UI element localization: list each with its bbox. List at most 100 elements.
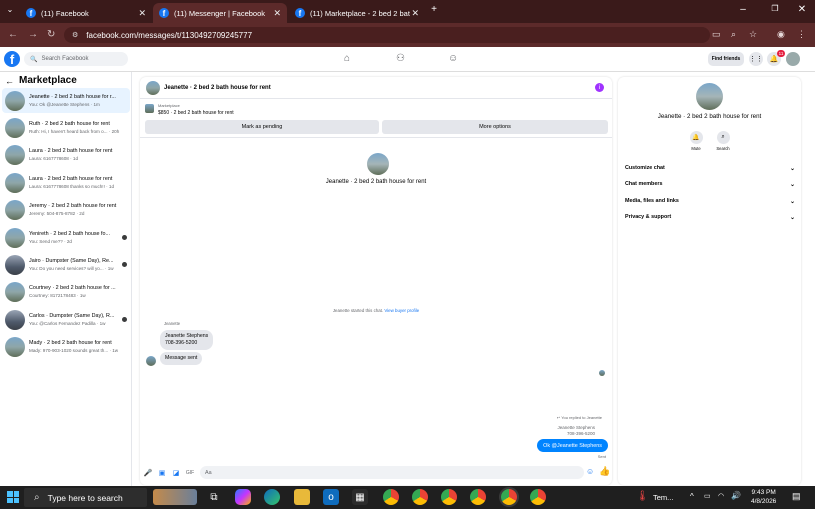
back-icon[interactable]: ← [8, 29, 18, 40]
url-field[interactable]: ⚙ facebook.com/messages/t/11304927092457… [64, 27, 710, 43]
emoji-icon[interactable]: ☺ [586, 467, 594, 476]
show-hidden-icons-chevron-icon[interactable]: ^ [690, 492, 694, 501]
conversation-avatar [5, 337, 25, 358]
chat-avatar[interactable] [146, 80, 160, 95]
cast-icon[interactable]: ▭ [712, 29, 721, 40]
maximize-icon[interactable]: ❐ [765, 4, 785, 13]
chrome-icon[interactable] [530, 489, 546, 505]
contact-large-avatar[interactable] [367, 153, 389, 175]
forward-icon[interactable]: → [28, 29, 38, 40]
incoming-message-bubble[interactable]: Message sent [160, 352, 203, 365]
outlook-icon[interactable]: o [323, 489, 339, 505]
conversation-item[interactable]: Jeanette · 2 bed 2 bath house for r... Yo… [2, 88, 130, 113]
bookmark-star-icon[interactable]: ☆ [749, 29, 757, 40]
task-view-icon[interactable]: ⧉ [206, 489, 222, 505]
incoming-message-bubble[interactable]: Jeanette Stephens 708-396-5200 [160, 330, 214, 350]
conversation-title: Yenireth · 2 bed 2 bath house fo... [29, 230, 111, 237]
zoom-icon[interactable]: ⌕ [731, 29, 736, 40]
menu-grid-icon[interactable]: ⋮⋮ [749, 52, 763, 66]
like-thumb-icon[interactable]: 👍 [599, 466, 610, 477]
attach-photo-icon[interactable]: ▣ [156, 469, 168, 477]
listing-price-title[interactable]: $850 · 2 bed 2 bath house for rent [158, 110, 234, 116]
section-chat-members[interactable]: Chat members ⌄ [625, 181, 795, 188]
conversation-item[interactable]: Courtney · 2 bed 2 bath house for ... Cou… [2, 280, 130, 305]
friends-icon[interactable]: ⚇ [396, 53, 405, 64]
tab-marketplace[interactable]: f (11) Marketplace - 2 bed 2 bath ✕ [289, 3, 425, 23]
facebook-logo-icon[interactable]: f [4, 51, 20, 67]
conversation-avatar [5, 145, 25, 166]
account-avatar[interactable] [786, 52, 800, 66]
listing-thumbnail[interactable] [145, 104, 154, 113]
section-privacy-support[interactable]: Privacy & support ⌄ [625, 214, 795, 221]
close-tab-icon[interactable]: ✕ [138, 8, 146, 19]
sticker-icon[interactable]: ◪ [170, 469, 182, 477]
back-arrow-icon[interactable]: ← [5, 76, 14, 86]
tab-search-icon[interactable]: ⌄ [0, 5, 20, 14]
sender-avatar[interactable] [146, 356, 156, 366]
reload-icon[interactable]: ↻ [47, 29, 55, 40]
close-window-icon[interactable]: ✕ [792, 4, 812, 15]
profile-icon[interactable]: ◉ [777, 29, 785, 40]
conversation-item[interactable]: Jeremy · 2 bed 2 bath house for rent Jere… [2, 198, 130, 223]
message-input[interactable]: Aa [200, 466, 584, 479]
conversation-avatar [5, 309, 25, 330]
tab-facebook[interactable]: f (11) Facebook ✕ [20, 3, 152, 23]
close-tab-icon[interactable]: ✕ [273, 8, 281, 19]
section-media-files-links[interactable]: Media, files and links ⌄ [625, 198, 795, 205]
conversation-item[interactable]: Carlos · Dumpster (Same Day), R... You: @… [2, 307, 130, 332]
voice-clip-icon[interactable]: 🎤 [142, 469, 154, 477]
message-line: 708-396-5200 [165, 340, 198, 346]
more-options-button[interactable]: More options [382, 120, 608, 134]
search-conversation-button[interactable]: ⌕ Search [712, 131, 734, 151]
conversation-item[interactable]: Jairo · Dumpster (Same Day), Re... You: D… [2, 252, 130, 277]
chrome-icon[interactable] [441, 489, 457, 505]
conversation-item[interactable]: Mady · 2 bed 2 bath house for rent Mady: … [2, 335, 130, 360]
conversation-item[interactable]: Yenireth · 2 bed 2 bath house fo... You: … [2, 225, 130, 250]
tab-messenger[interactable]: f (11) Messenger | Facebook ✕ [153, 3, 287, 23]
close-tab-icon[interactable]: ✕ [411, 8, 419, 19]
mark-as-pending-button[interactable]: Mark as pending [145, 120, 379, 134]
store-icon[interactable]: ▦ [352, 489, 368, 505]
system-clock[interactable]: 9:43 PM 4/8/2026 [751, 488, 776, 506]
file-explorer-icon[interactable] [294, 489, 310, 505]
volume-icon[interactable]: 🔊 [731, 491, 741, 500]
copilot-icon[interactable] [235, 489, 251, 505]
minimize-icon[interactable]: – [733, 4, 753, 15]
quoted-line: 708-396-5200 [566, 431, 595, 436]
conversation-item[interactable]: Laura · 2 bed 2 bath house for rent Laura… [2, 170, 130, 195]
thermometer-icon[interactable]: 🌡 [636, 491, 649, 502]
chrome-icon[interactable] [470, 489, 486, 505]
view-buyer-profile-link[interactable]: View buyer profile [384, 308, 419, 313]
battery-icon[interactable]: ▭ [704, 492, 711, 500]
groups-icon[interactable]: ☺ [448, 53, 458, 64]
section-customize-chat[interactable]: Customize chat ⌄ [625, 165, 795, 172]
contact-profile-avatar[interactable] [696, 83, 723, 110]
notification-center-icon[interactable]: ▤ [792, 491, 801, 502]
taskbar-search-input[interactable]: ⌕ Type here to search [24, 488, 147, 507]
news-widget-icon[interactable] [153, 489, 197, 505]
quoted-message[interactable]: Jeanette Stephens 708-396-5200 [557, 425, 595, 437]
mute-button[interactable]: 🔔 Mute [685, 131, 707, 151]
url-text: facebook.com/messages/t/1130492709245777 [86, 30, 253, 40]
gif-icon[interactable]: GIF [184, 470, 196, 476]
windows-start-icon[interactable] [7, 491, 19, 503]
find-friends-button[interactable]: Find friends [708, 52, 744, 66]
facebook-favicon-icon: f [159, 8, 169, 18]
bell-icon: 🔔 [689, 131, 703, 144]
chrome-icon[interactable] [412, 489, 428, 505]
conversation-info-icon[interactable]: i [595, 83, 604, 92]
weather-label[interactable]: Tem... [653, 493, 673, 502]
chrome-icon[interactable] [501, 489, 517, 505]
chrome-icon[interactable] [383, 489, 399, 505]
outgoing-message-bubble[interactable]: Ok @Jeanette Stephens [537, 439, 608, 452]
home-icon[interactable]: ⌂ [344, 53, 350, 64]
facebook-search-input[interactable]: 🔍 Search Facebook [24, 52, 128, 66]
edge-browser-icon[interactable] [264, 489, 280, 505]
site-info-icon[interactable]: ⚙ [72, 31, 78, 39]
new-tab-button[interactable]: + [424, 4, 444, 15]
browser-menu-icon[interactable]: ⋮ [797, 29, 806, 40]
conversation-item[interactable]: Laura · 2 bed 2 bath house for rent Laura… [2, 143, 130, 168]
conversation-item[interactable]: Ruth · 2 bed 2 bath house for rent Ruth: … [2, 115, 130, 140]
chat-title[interactable]: Jeanette · 2 bed 2 bath house for rent [164, 85, 271, 91]
wifi-icon[interactable]: ◠ [718, 492, 724, 500]
